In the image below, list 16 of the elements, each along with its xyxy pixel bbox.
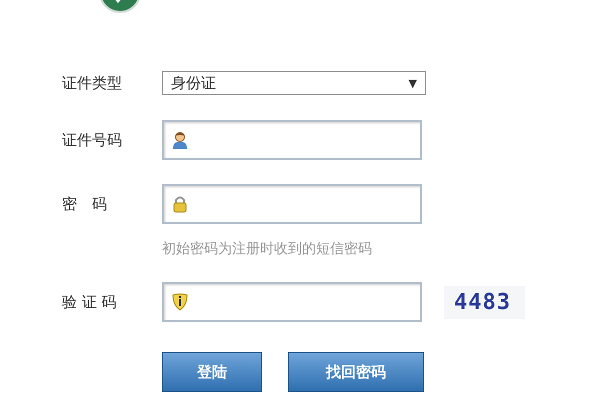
input-field[interactable] — [162, 282, 422, 322]
input-field[interactable] — [162, 184, 422, 224]
recover-password-button[interactable]: 找回密码 — [288, 352, 424, 392]
lock-icon — [172, 195, 188, 213]
field-label: 验 证 码 — [61, 292, 118, 312]
field-label: 证件类型 — [61, 74, 123, 92]
field-label: 证件号码 — [61, 130, 123, 150]
user-icon — [172, 131, 188, 149]
password-hint: 初始密码为注册时收到的短信密码 — [162, 240, 373, 258]
shield-icon — [172, 293, 188, 311]
id-type-dropdown[interactable]: 身份证 ▼ — [162, 71, 426, 95]
logo-icon — [98, 0, 142, 14]
input-field[interactable] — [162, 120, 422, 160]
field-label: 密 码 — [61, 194, 108, 214]
login-button[interactable]: 登陆 — [162, 352, 262, 392]
captcha-code[interactable]: 4483 — [444, 286, 525, 318]
